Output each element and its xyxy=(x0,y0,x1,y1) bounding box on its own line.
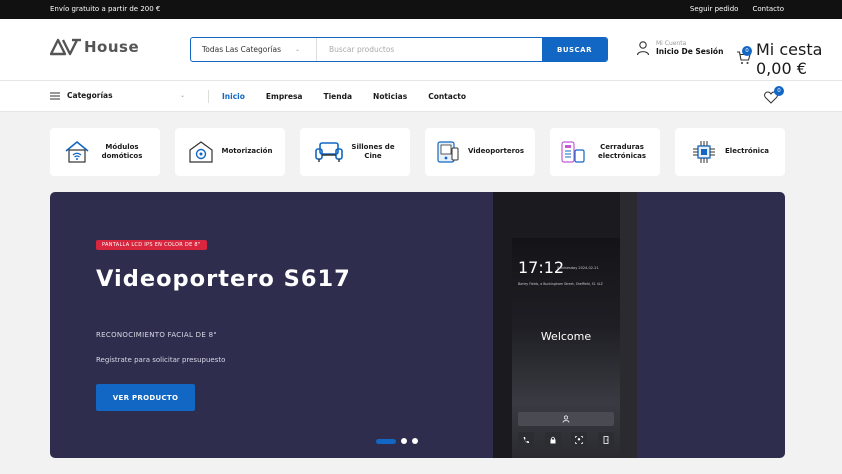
banner-title: Videoportero S617 xyxy=(96,266,351,292)
face-scan-icon xyxy=(571,432,588,448)
hero-banner: PANTALLA LCD IPS EN COLOR DE 8" Videopor… xyxy=(50,192,785,458)
top-links: Seguir pedido Contacto xyxy=(690,5,784,13)
logo[interactable]: House xyxy=(50,38,139,56)
category-select-value: Todas Las Categorías xyxy=(202,45,282,54)
category-card-modulos-domoticos[interactable]: Módulos domóticos xyxy=(50,128,160,176)
banner-note: Regístrate para solicitar presupuesto xyxy=(96,356,226,364)
nav-link-contacto[interactable]: Contacto xyxy=(428,92,466,101)
header: House Todas Las Categorías ⌄ BUSCAR Mi C… xyxy=(0,19,842,81)
main-nav: Categorías ⌄ Inicio Empresa Tienda Notic… xyxy=(0,81,842,112)
carousel-dot-1[interactable] xyxy=(376,438,396,444)
person-icon xyxy=(562,415,570,423)
cart-small-label: Mi cesta xyxy=(756,40,823,59)
lock-icon xyxy=(544,432,561,448)
shipping-promo: Envío gratuito a partir de 200 € xyxy=(50,5,161,13)
device-face-button xyxy=(518,412,614,426)
video-intercom-icon xyxy=(437,141,459,163)
category-card-cerraduras-electronicas[interactable]: Cerraduras electrónicas xyxy=(550,128,660,176)
category-label: Módulos domóticos xyxy=(101,142,143,160)
category-label: Motorización xyxy=(221,147,273,156)
user-icon xyxy=(636,41,650,56)
banner-subtitle: RECONOCIMIENTO FACIAL DE 8" xyxy=(96,331,217,339)
door-icon xyxy=(597,432,614,448)
category-card-videoporteros[interactable]: Videoporteros xyxy=(425,128,535,176)
nav-divider xyxy=(208,90,209,103)
account-label: Inicio De Sesión xyxy=(656,47,724,56)
top-bar: Envío gratuito a partir de 200 € Seguir … xyxy=(0,0,842,19)
device-date: Wednesday 2024-02-21 xyxy=(557,266,599,270)
logo-text: House xyxy=(84,38,140,56)
device-welcome: Welcome xyxy=(540,330,592,343)
category-label: Electrónica xyxy=(725,147,769,156)
account-link[interactable]: Mi Cuenta Inicio De Sesión xyxy=(636,40,723,56)
nav-link-empresa[interactable]: Empresa xyxy=(266,92,303,101)
search-input[interactable] xyxy=(317,38,542,61)
cart-link[interactable]: 0 Mi cesta 0,00 € xyxy=(736,40,822,78)
category-card-sillones-de-cine[interactable]: Sillones de Cine xyxy=(300,128,410,176)
hamburger-icon xyxy=(50,92,60,99)
account-small-label: Mi Cuenta xyxy=(656,40,687,47)
nav-link-inicio[interactable]: Inicio xyxy=(222,92,245,101)
product-image: 17:12 Wednesday 2024-02-21 Barley Fields… xyxy=(493,192,637,458)
chevron-down-icon: ⌄ xyxy=(294,46,300,53)
category-select[interactable]: Todas Las Categorías ⌄ xyxy=(191,38,317,61)
nav-link-tienda[interactable]: Tienda xyxy=(324,92,353,101)
search-button[interactable]: BUSCAR xyxy=(542,38,607,61)
cart-total: 0,00 € xyxy=(756,59,807,78)
device-address: Barley Fields, a Buckingham Street, Shef… xyxy=(518,282,603,286)
carousel-dot-3[interactable] xyxy=(412,438,418,444)
category-card-motorizacion[interactable]: Motorización xyxy=(175,128,285,176)
garage-motor-icon xyxy=(188,141,213,163)
armchair-icon xyxy=(315,142,343,162)
track-order-link[interactable]: Seguir pedido xyxy=(690,5,739,13)
search-bar: Todas Las Categorías ⌄ BUSCAR xyxy=(190,37,608,62)
device-side xyxy=(620,192,637,458)
category-label: Cerraduras electrónicas xyxy=(597,142,647,160)
wishlist-count-badge: 0 xyxy=(774,86,784,96)
chip-icon xyxy=(693,141,716,163)
device-icon-row xyxy=(518,432,614,448)
smart-home-icon xyxy=(65,140,89,163)
banner-tag: PANTALLA LCD IPS EN COLOR DE 8" xyxy=(96,240,207,250)
carousel-dots xyxy=(376,438,418,444)
cart-count-badge: 0 xyxy=(742,45,752,56)
logo-mark-icon xyxy=(50,38,81,56)
smart-lock-icon xyxy=(561,141,585,163)
carousel-dot-2[interactable] xyxy=(401,438,407,444)
view-product-button[interactable]: VER PRODUCTO xyxy=(96,384,195,411)
chevron-down-icon: ⌄ xyxy=(180,92,186,99)
phone-icon xyxy=(518,432,534,448)
nav-link-noticias[interactable]: Noticias xyxy=(373,92,407,101)
category-label: Videoporteros xyxy=(467,147,525,156)
categories-menu[interactable]: Categorías xyxy=(50,91,113,100)
category-card-electronica[interactable]: Electrónica xyxy=(675,128,785,176)
wishlist-button[interactable]: 0 xyxy=(764,86,784,108)
device-screen: 17:12 Wednesday 2024-02-21 Barley Fields… xyxy=(512,238,620,458)
contact-link[interactable]: Contacto xyxy=(752,5,784,13)
categories-label: Categorías xyxy=(67,91,113,100)
category-label: Sillones de Cine xyxy=(351,142,395,160)
nav-links: Inicio Empresa Tienda Noticias Contacto xyxy=(222,92,487,101)
